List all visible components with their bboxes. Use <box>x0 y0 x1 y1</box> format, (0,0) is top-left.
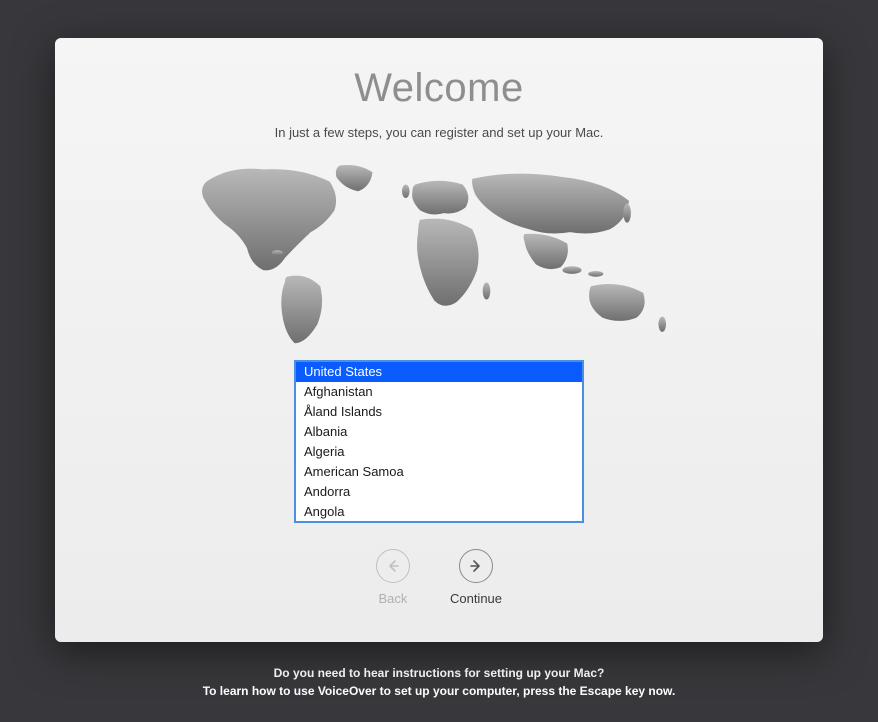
country-item[interactable]: Albania <box>296 422 582 442</box>
back-button[interactable]: Back <box>376 549 410 606</box>
navigation-buttons: Back Continue <box>376 549 502 606</box>
page-title: Welcome <box>354 66 523 111</box>
continue-button[interactable]: Continue <box>450 549 502 606</box>
country-item[interactable]: Andorra <box>296 482 582 502</box>
setup-assistant-window: Welcome In just a few steps, you can reg… <box>55 38 823 642</box>
arrow-left-icon <box>376 549 410 583</box>
voiceover-hint: Do you need to hear instructions for set… <box>203 664 676 700</box>
country-select-list[interactable]: United StatesAfghanistanÅland IslandsAlb… <box>294 360 584 523</box>
world-map-image <box>159 158 719 348</box>
country-item[interactable]: Åland Islands <box>296 402 582 422</box>
country-item[interactable]: American Samoa <box>296 462 582 482</box>
country-item[interactable]: United States <box>296 362 582 382</box>
page-subtitle: In just a few steps, you can register an… <box>275 125 604 140</box>
country-item[interactable]: Angola <box>296 502 582 522</box>
country-item[interactable]: Algeria <box>296 442 582 462</box>
voiceover-hint-line1: Do you need to hear instructions for set… <box>203 664 676 682</box>
arrow-right-icon <box>459 549 493 583</box>
continue-label: Continue <box>450 591 502 606</box>
country-item[interactable]: Afghanistan <box>296 382 582 402</box>
back-label: Back <box>379 591 408 606</box>
voiceover-hint-line2: To learn how to use VoiceOver to set up … <box>203 682 676 700</box>
